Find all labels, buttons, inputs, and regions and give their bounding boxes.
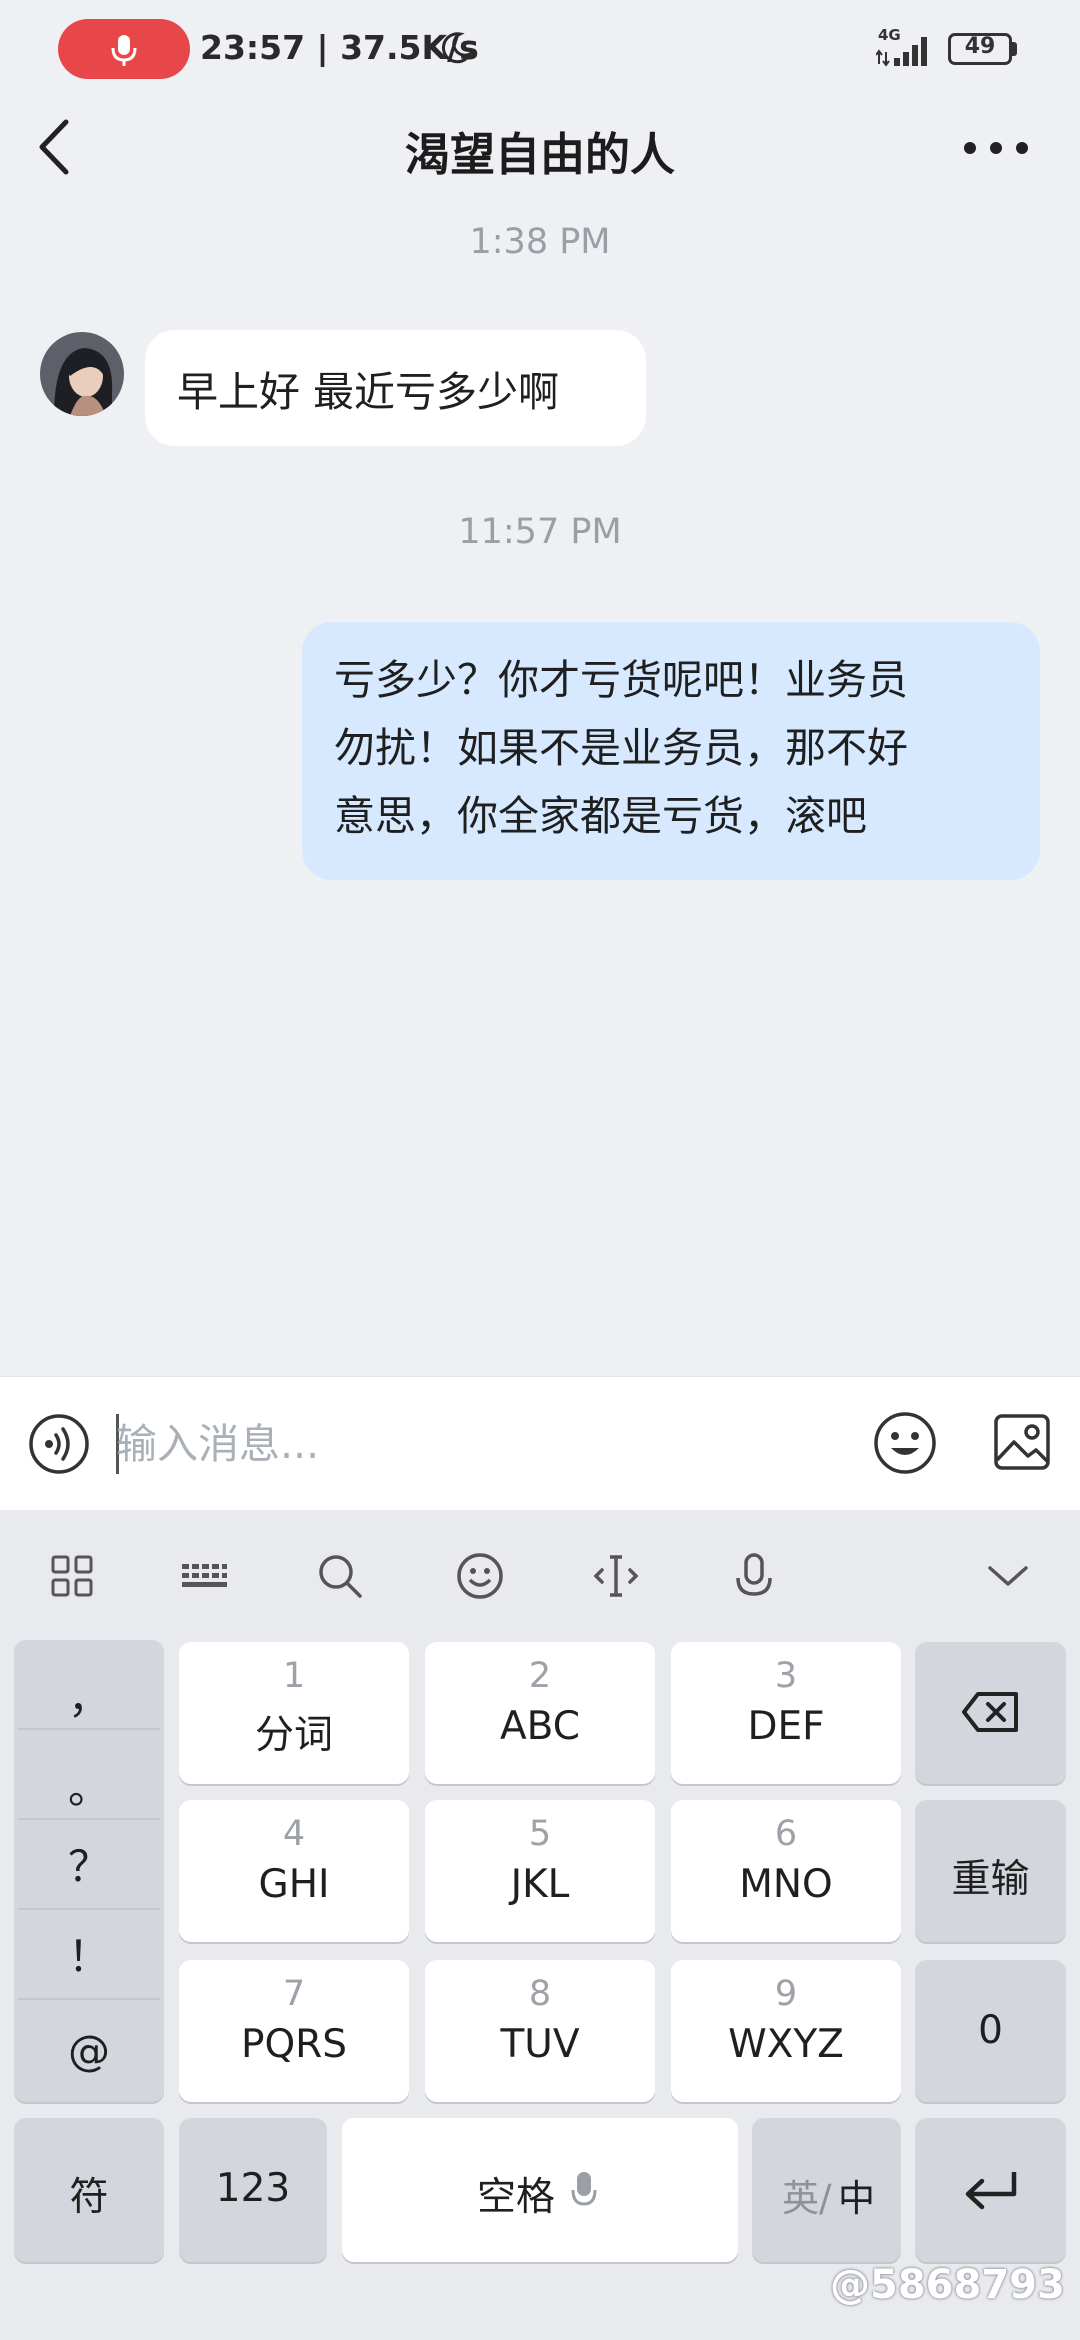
- backspace-key[interactable]: [915, 1642, 1066, 1784]
- cursor-icon[interactable]: [588, 1548, 644, 1604]
- key-number: 6: [774, 1814, 798, 1854]
- key-label: PQRS: [240, 2022, 348, 2067]
- watermark: @5868793: [830, 2262, 1065, 2308]
- moon-icon: [441, 32, 474, 64]
- backspace-icon: [962, 1692, 1018, 1732]
- key-9[interactable]: 9 WXYZ: [671, 1960, 901, 2102]
- key-label: TUV: [500, 2022, 580, 2067]
- key-label: DEF: [747, 1704, 825, 1749]
- message-timestamp: 11:57 PM: [458, 512, 622, 552]
- symbol-key-label: 符: [69, 2175, 109, 2220]
- reenter-label: 重输: [951, 1857, 1030, 1902]
- key-number: 1: [282, 1656, 306, 1696]
- key-label: MNO: [739, 1862, 833, 1907]
- grid-icon[interactable]: [44, 1548, 100, 1604]
- key-number: 8: [528, 1974, 552, 2014]
- emoji-icon[interactable]: [452, 1548, 508, 1604]
- symbol-key[interactable]: 符: [14, 2118, 164, 2262]
- space-label: 空格: [476, 2175, 555, 2220]
- search-icon[interactable]: [312, 1548, 368, 1604]
- battery-level: 49: [964, 34, 996, 59]
- zero-key[interactable]: 0: [915, 1960, 1066, 2102]
- outgoing-message-bubble[interactable]: 亏多少？你才亏货呢吧！业务员 勿扰！如果不是业务员，那不好 意思，你全家都是亏货…: [302, 622, 1040, 880]
- divider: [18, 1998, 160, 2000]
- space-key[interactable]: 空格: [342, 2118, 738, 2262]
- keyboard-icon[interactable]: [176, 1548, 232, 1604]
- key-number: 4: [282, 1814, 306, 1854]
- key-4[interactable]: 4 GHI: [179, 1800, 409, 1942]
- divider: [18, 1818, 160, 1820]
- key-number: 7: [282, 1974, 306, 2014]
- key-2[interactable]: 2 ABC: [425, 1642, 655, 1784]
- symbol-key-comma[interactable]: ，: [14, 1654, 164, 1744]
- symbol-key-at[interactable]: @: [14, 2006, 164, 2096]
- mic-icon[interactable]: [726, 1548, 782, 1604]
- number-key[interactable]: 123: [179, 2118, 327, 2262]
- message-timestamp: 1:38 PM: [469, 222, 611, 262]
- key-number: 3: [774, 1656, 798, 1696]
- symbol-key-period[interactable]: 。: [14, 1744, 164, 1834]
- key-number: 2: [528, 1656, 552, 1696]
- lang-en-label: 英/: [782, 2177, 832, 2220]
- incoming-message-bubble[interactable]: 早上好 最近亏多少啊: [145, 330, 646, 446]
- zero-label: 0: [978, 2008, 1003, 2053]
- symbol-key-exclamation[interactable]: ！: [14, 1912, 164, 2002]
- key-label: JKL: [510, 1862, 570, 1907]
- avatar[interactable]: [40, 332, 124, 416]
- enter-key[interactable]: [915, 2118, 1066, 2262]
- language-switch-key[interactable]: 英/ 中: [752, 2118, 901, 2262]
- status-time-speed: 23:57 | 37.5K/s: [200, 28, 479, 67]
- key-7[interactable]: 7 PQRS: [179, 1960, 409, 2102]
- message-line: 勿扰！如果不是业务员，那不好: [334, 724, 908, 772]
- key-label: WXYZ: [728, 2022, 844, 2067]
- key-5[interactable]: 5 JKL: [425, 1800, 655, 1942]
- mic-icon: [571, 2172, 597, 2206]
- chat-title: 渴望自由的人: [404, 128, 675, 181]
- reenter-key[interactable]: 重输: [915, 1800, 1066, 1942]
- key-label: GHI: [258, 1862, 330, 1907]
- avatar-image: [40, 332, 124, 416]
- image-button[interactable]: [992, 1410, 1052, 1474]
- key-8[interactable]: 8 TUV: [425, 1960, 655, 2102]
- message-line: 意思，你全家都是亏货，滚吧: [334, 792, 867, 840]
- lang-zh-label: 中: [838, 2177, 875, 2220]
- voice-input-button[interactable]: [28, 1413, 90, 1475]
- key-3[interactable]: 3 DEF: [671, 1642, 901, 1784]
- key-label: ABC: [500, 1704, 580, 1749]
- enter-icon: [965, 2172, 1017, 2210]
- key-label: 分词: [254, 1713, 333, 1758]
- divider: [18, 1908, 160, 1910]
- chevron-down-icon[interactable]: [980, 1548, 1036, 1604]
- symbol-key-question[interactable]: ？: [14, 1822, 164, 1912]
- battery-cap: [1012, 42, 1017, 56]
- signal-icon: [876, 37, 927, 67]
- key-number: 9: [774, 1974, 798, 2014]
- emoji-button[interactable]: [872, 1410, 938, 1476]
- mic-icon: [111, 35, 137, 66]
- key-1[interactable]: 1 分词: [179, 1642, 409, 1784]
- key-number: 5: [528, 1814, 552, 1854]
- more-options-button[interactable]: [960, 128, 1032, 168]
- message-line: 亏多少？你才亏货呢吧！业务员: [334, 656, 908, 704]
- divider: [18, 1728, 160, 1730]
- message-input[interactable]: [116, 1412, 836, 1476]
- key-6[interactable]: 6 MNO: [671, 1800, 901, 1942]
- recording-indicator[interactable]: [58, 19, 190, 79]
- number-key-label: 123: [215, 2166, 291, 2211]
